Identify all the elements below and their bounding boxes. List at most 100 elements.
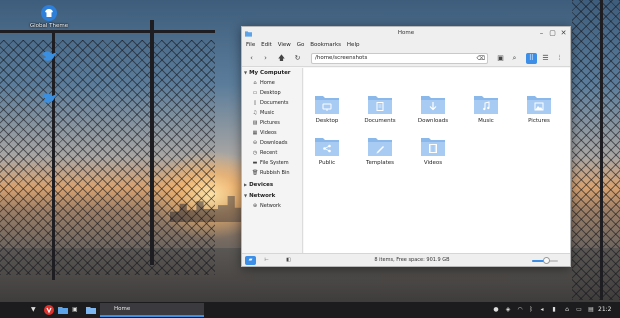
desktop-icon-bird-1[interactable] [27, 48, 71, 66]
folder-launcher-icon[interactable] [86, 305, 96, 315]
battery-icon[interactable]: ▮ [550, 306, 558, 314]
goal-post-3 [600, 0, 603, 300]
menu-file[interactable]: File [246, 40, 255, 50]
folder-pictures[interactable]: Pictures [520, 93, 558, 124]
menu-edit[interactable]: Edit [261, 40, 272, 50]
video-icon: ▦ [252, 130, 258, 136]
icon-view-button[interactable]: ⠿ [526, 53, 537, 64]
folder-label: Music [478, 118, 494, 124]
toggle-location-button[interactable]: ▣ [495, 53, 506, 64]
tree-pane-button[interactable]: ⊢ [261, 256, 272, 265]
goal-post-2 [150, 20, 154, 265]
window-title: Home [397, 30, 415, 36]
clear-location-icon[interactable]: ⌫ [477, 54, 485, 63]
sidebar-item-pictures[interactable]: ▨ Pictures [252, 119, 280, 128]
compact-view-button[interactable]: ⦙ [554, 53, 565, 64]
location-path: /home/screenshots [315, 55, 368, 61]
menu-help[interactable]: Help [347, 40, 360, 50]
desktop-icon: ▭ [252, 90, 258, 96]
folder-downloads[interactable]: Downloads [414, 93, 452, 124]
folder-label: Downloads [417, 118, 449, 124]
clock[interactable]: 21:2 [598, 305, 611, 315]
up-button[interactable]: 🡅 [276, 53, 287, 64]
bluetooth-icon[interactable]: ᛒ [527, 306, 535, 314]
folder-label: Videos [423, 160, 443, 166]
menu-view[interactable]: View [278, 40, 291, 50]
files-launcher-icon[interactable] [58, 305, 68, 315]
section-label: Devices [249, 182, 274, 188]
maximize-button[interactable]: ▢ [548, 29, 557, 38]
trash-icon: 🗑 [252, 170, 259, 176]
sidebar-item-recent[interactable]: ◷ Recent [252, 149, 277, 158]
refresh-button[interactable]: ↻ [292, 53, 303, 64]
file-manager-window[interactable]: Home – ▢ ✕ File Edit View Go Bookmarks H… [241, 26, 571, 267]
sidebar-item-home[interactable]: ⌂ Home [252, 79, 275, 88]
sidebar-item-rubbish-bin[interactable]: 🗑 Rubbish Bin [252, 169, 290, 178]
menu-launcher-icon[interactable]: ▼ [31, 305, 36, 315]
menu-bookmarks[interactable]: Bookmarks [310, 40, 341, 50]
sidebar-item-network[interactable]: ⊕ Network [252, 202, 281, 211]
sidebar-item-videos[interactable]: ▦ Videos [252, 129, 277, 138]
sidebar-section-my-computer[interactable]: ▼ My Computer [244, 70, 291, 76]
terminal-launcher-icon[interactable]: ▣ [72, 305, 78, 315]
wifi-icon[interactable]: ◠ [516, 306, 524, 314]
zoom-slider-handle[interactable] [542, 257, 550, 264]
search-button[interactable]: ⌕ [509, 53, 520, 64]
goal-bar [0, 30, 215, 33]
folder-label: Documents [364, 118, 396, 124]
minimize-button[interactable]: – [537, 29, 546, 38]
notifications-icon[interactable]: ⌂ [563, 306, 571, 314]
folder-music[interactable]: Music [467, 93, 505, 124]
desktop-icon-global-theme[interactable]: Global Theme [27, 5, 71, 29]
location-bar[interactable]: /home/screenshots ⌫ [311, 53, 488, 64]
browser-launcher-icon[interactable] [44, 305, 54, 315]
menu-go[interactable]: Go [297, 40, 305, 50]
folder-icon [315, 96, 339, 114]
folder-label: Desktop [315, 118, 339, 124]
hide-sidebar-button[interactable]: ◧ [283, 256, 294, 265]
folder-documents[interactable]: Documents [361, 93, 399, 124]
section-label: Network [249, 193, 276, 199]
sidebar-item-label: Downloads [260, 140, 288, 146]
collapse-arrow-icon: ▼ [244, 193, 248, 198]
close-button[interactable]: ✕ [559, 29, 568, 38]
file-view[interactable]: Desktop Documents Downloads Music Pictures Pu… [304, 68, 570, 253]
folder-public[interactable]: Public [308, 135, 346, 166]
desktop-icon-label: Global Theme [29, 23, 69, 29]
sidebar-item-label: Recent [260, 150, 278, 156]
sidebar-section-devices[interactable]: ▶ Devices [244, 182, 273, 188]
places-pane-button[interactable]: ▰ [245, 256, 256, 265]
back-button[interactable]: ‹ [246, 53, 257, 64]
sidebar-item-label: Videos [260, 130, 277, 136]
sidebar-item-downloads[interactable]: ⊖ Downloads [252, 139, 288, 148]
folder-icon [368, 96, 392, 114]
keyboard-icon[interactable]: ▭ [575, 306, 583, 314]
zoom-slider[interactable] [532, 257, 558, 264]
list-view-button[interactable]: ☰ [540, 53, 551, 64]
taskbar: ▼ ▣ Home ● ◈ ◠ ᛒ ◂ ▮ ⌂ ▭ ▤ 21:2 [0, 302, 620, 318]
sidebar-section-network[interactable]: ▼ Network [244, 193, 275, 199]
expand-arrow-icon: ▶ [244, 182, 248, 187]
sidebar-item-desktop[interactable]: ▭ Desktop [252, 89, 281, 98]
document-icon: ▯ [253, 100, 257, 106]
forward-button[interactable]: › [260, 53, 271, 64]
folder-desktop[interactable]: Desktop [308, 93, 346, 124]
shield-icon[interactable]: ◈ [504, 306, 512, 314]
volume-icon[interactable]: ◂ [538, 306, 546, 314]
sidebar-item-label: Network [260, 203, 281, 209]
folder-videos[interactable]: Videos [414, 135, 452, 166]
task-home-window[interactable]: Home [100, 303, 204, 317]
folder-templates[interactable]: Templates [361, 135, 399, 166]
sidebar-item-label: Desktop [260, 90, 281, 96]
sidebar-item-music[interactable]: ♫ Music [252, 109, 274, 118]
desktop-icon-bird-2[interactable] [27, 90, 71, 108]
power-manager-icon[interactable]: ● [492, 306, 500, 314]
sidebar-item-file-system[interactable]: ▬ File System [252, 159, 289, 168]
display-icon[interactable]: ▤ [587, 306, 595, 314]
sidebar-item-documents[interactable]: ▯ Documents [252, 99, 289, 108]
clock-icon: ◷ [252, 150, 258, 156]
sidebar-item-label: Home [260, 80, 275, 86]
folder-icon [421, 138, 445, 156]
title-bar[interactable]: Home – ▢ ✕ [242, 27, 570, 40]
bird-icon [42, 93, 57, 103]
